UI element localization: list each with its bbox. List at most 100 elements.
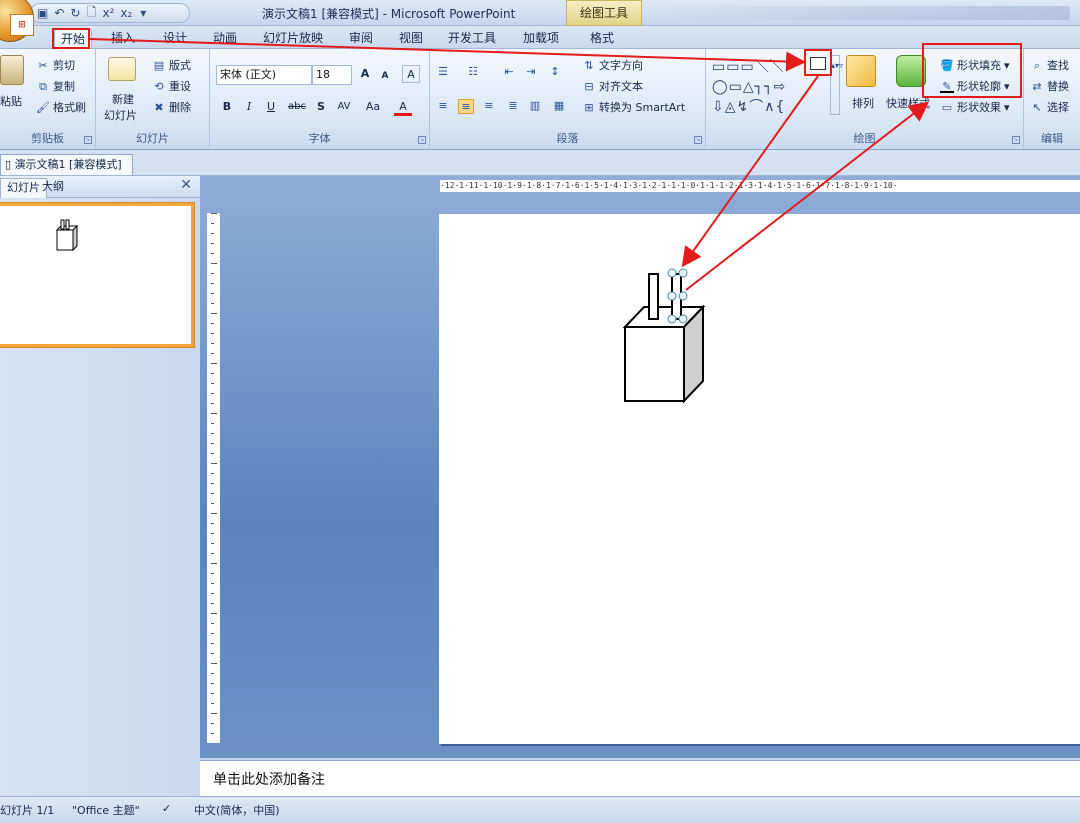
tab-developer[interactable]: 开发工具 <box>444 29 500 48</box>
vruler-tick <box>211 273 214 274</box>
tab-insert[interactable]: 插入 <box>104 29 142 48</box>
tab-animations[interactable]: 动画 <box>206 29 244 48</box>
columns-button[interactable]: ▦ <box>552 99 566 112</box>
find-button[interactable]: ⌕ 查找 <box>1030 57 1069 73</box>
spellcheck-icon[interactable]: ✓ <box>162 802 171 815</box>
replace-button[interactable]: ⇄ 替换 <box>1030 78 1069 94</box>
paste-icon[interactable] <box>0 55 24 85</box>
ribbon: 粘贴 ✂ 剪切 ⧉ 复制 🖌 格式刷 剪贴板 ↘ 新建 幻灯片 ▤ 版式 ⟲ 重设 ✖ 删除… <box>0 48 1080 150</box>
decrease-indent-button[interactable]: ⇤ <box>502 65 516 78</box>
convert-smartart-button[interactable]: ⊞ 转换为 SmartArt <box>582 99 685 115</box>
bullets-button[interactable]: ☰ <box>436 65 450 78</box>
vruler-tick <box>211 253 214 254</box>
shape-effects-button[interactable]: ▭ 形状效果 ▾ <box>940 99 1010 115</box>
arrange-button[interactable]: 排列 <box>852 95 874 111</box>
vertical-ruler <box>207 213 220 743</box>
vruler-tick <box>211 293 214 294</box>
align-text-icon: ⊟ <box>584 79 594 93</box>
dialog-launcher-icon[interactable]: ↘ <box>1012 136 1020 144</box>
align-text-button[interactable]: ⊟ 对齐文本 <box>582 78 643 94</box>
vruler-tick <box>211 213 217 214</box>
clear-formatting-button[interactable]: A <box>402 65 420 83</box>
annotation-box-rectangle <box>804 49 832 76</box>
increase-indent-button[interactable]: ⇥ <box>524 65 538 78</box>
redo-icon[interactable]: ↻ <box>70 6 80 20</box>
layout-button[interactable]: ▤ 版式 <box>152 57 191 73</box>
font-color-button[interactable]: A <box>394 98 412 116</box>
save-icon[interactable]: ▣ <box>37 6 48 20</box>
customize-qat-icon[interactable]: ▾ <box>138 6 148 20</box>
group-label-drawing: 绘图 <box>853 132 876 145</box>
slide-canvas[interactable] <box>439 214 1080 744</box>
notes-pane[interactable]: 单击此处添加备注 <box>200 760 1080 796</box>
superscript-icon[interactable]: x² <box>102 6 114 20</box>
format-painter-button[interactable]: 🖌 格式刷 <box>36 99 86 115</box>
line-spacing-icon: ↕ <box>550 65 560 78</box>
vruler-tick <box>211 303 214 304</box>
tab-design[interactable]: 设计 <box>156 29 194 48</box>
language-indicator[interactable]: 中文(简体，中国) <box>194 802 280 818</box>
new-slide-button[interactable]: 幻灯片 <box>104 107 137 123</box>
tab-slide-show[interactable]: 幻灯片放映 <box>258 29 328 48</box>
dialog-launcher-icon[interactable]: ↘ <box>418 136 426 144</box>
notes-placeholder[interactable]: 单击此处添加备注 <box>213 769 325 789</box>
font-size-combo[interactable]: 18 <box>312 65 352 85</box>
numbering-button[interactable]: ☷ <box>466 65 480 78</box>
delete-button[interactable]: ✖ 删除 <box>152 99 191 115</box>
delete-icon: ✖ <box>154 100 164 114</box>
arrange-icon[interactable] <box>846 55 876 87</box>
scissors-icon: ✂ <box>38 58 48 72</box>
dialog-launcher-icon[interactable]: ↘ <box>84 136 92 144</box>
window-title: 演示文稿1 [兼容模式] - Microsoft PowerPoint <box>262 7 516 21</box>
distributed-button[interactable]: ▥ <box>528 99 542 112</box>
tab-outline[interactable]: 大纲 <box>36 178 70 198</box>
group-clipboard: 粘贴 ✂ 剪切 ⧉ 复制 🖌 格式刷 剪贴板 ↘ <box>0 49 96 149</box>
shadow-button[interactable]: S <box>312 98 330 116</box>
reset-button[interactable]: ⟲ 重设 <box>152 78 191 94</box>
align-left-button[interactable]: ≡ <box>436 99 450 112</box>
line-spacing-button[interactable]: ↕ <box>548 65 562 78</box>
change-case-button[interactable]: Aa <box>362 98 384 116</box>
subscript-icon[interactable]: x₂ <box>120 6 132 20</box>
tab-format[interactable]: 格式 <box>582 29 622 48</box>
left-bar-shape <box>648 273 659 320</box>
undo-icon[interactable]: ↶ <box>54 6 64 20</box>
vruler-tick <box>211 233 214 234</box>
tab-review[interactable]: 审阅 <box>342 29 380 48</box>
vruler-tick <box>211 723 214 724</box>
font-name-combo[interactable]: 宋体 (正文) <box>216 65 312 85</box>
theme-indicator[interactable]: "Office 主题" <box>72 802 140 818</box>
shrink-font-button[interactable]: A <box>376 67 394 85</box>
vruler-tick <box>211 243 214 244</box>
bold-button[interactable]: B <box>218 98 236 116</box>
vruler-tick <box>211 593 214 594</box>
office-logo-icon[interactable]: ⊞ <box>10 14 34 36</box>
select-button[interactable]: ↖ 选择 <box>1030 99 1069 115</box>
dialog-launcher-icon[interactable]: ↘ <box>694 136 702 144</box>
annotation-box-shape-format <box>922 43 1022 98</box>
tab-add-ins[interactable]: 加载项 <box>516 29 566 48</box>
vruler-tick <box>211 663 217 664</box>
align-right-button[interactable]: ≡ <box>482 99 496 112</box>
italic-button[interactable]: I <box>240 98 258 116</box>
shape-effects-icon: ▭ <box>941 100 953 114</box>
print-preview-icon[interactable]: 🗋 <box>86 3 97 24</box>
align-center-button[interactable]: ≡ <box>458 99 474 114</box>
new-slide-icon[interactable] <box>108 57 136 81</box>
underline-button[interactable]: U <box>262 98 280 116</box>
group-editing: ⌕ 查找 ⇄ 替换 ↖ 选择 编辑 <box>1024 49 1080 149</box>
document-tab[interactable]: ▯ 演示文稿1 [兼容模式] <box>0 154 133 175</box>
tab-view[interactable]: 视图 <box>392 29 430 48</box>
vruler-tick <box>211 263 217 264</box>
new-slide-label[interactable]: 新建 <box>112 91 134 107</box>
close-icon[interactable]: ✕ <box>180 177 192 193</box>
cut-button[interactable]: ✂ 剪切 <box>36 57 75 73</box>
text-direction-button[interactable]: ⇅ 文字方向 <box>582 57 643 73</box>
grow-font-button[interactable]: A <box>356 65 374 83</box>
paste-button[interactable]: 粘贴 <box>0 93 22 109</box>
justify-button[interactable]: ≣ <box>506 99 520 112</box>
copy-button[interactable]: ⧉ 复制 <box>36 78 75 94</box>
strikethrough-button[interactable]: abc <box>284 98 310 116</box>
slide-thumbnail[interactable] <box>0 203 194 347</box>
character-spacing-button[interactable]: AV <box>332 98 356 116</box>
